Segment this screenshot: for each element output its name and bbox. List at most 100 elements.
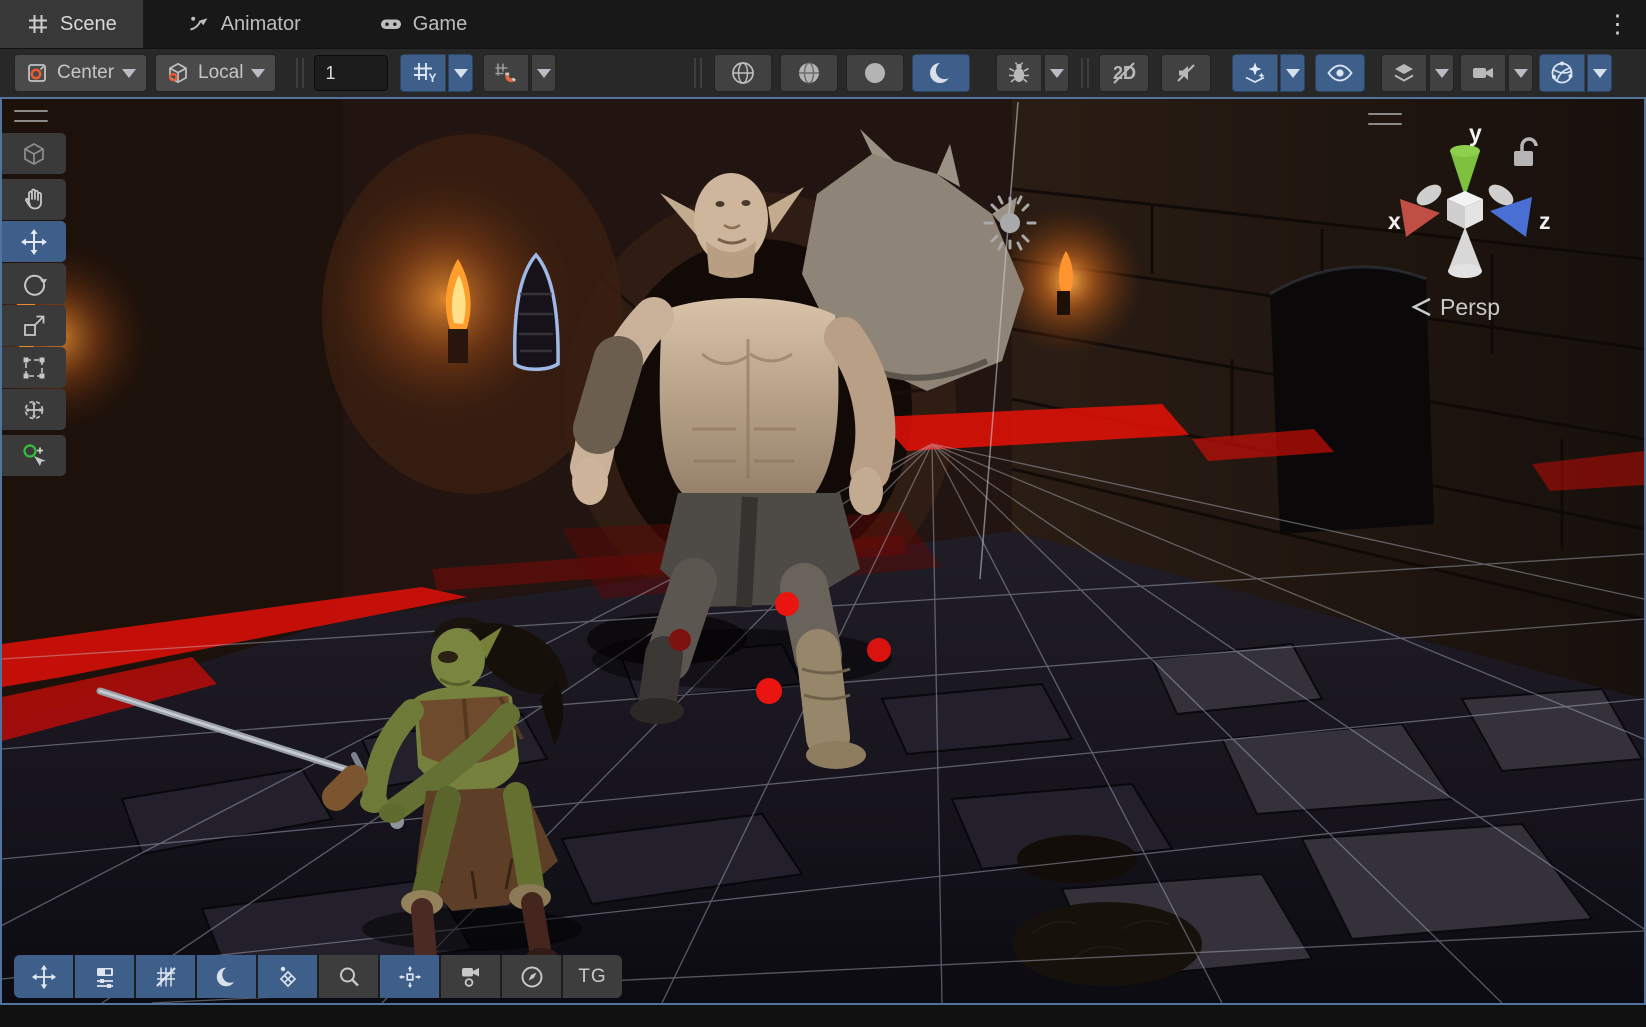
2d-view-toggle[interactable]: 2D	[1099, 54, 1150, 92]
toolbar-separator	[1081, 58, 1090, 88]
bt-compass-button[interactable]	[502, 955, 561, 998]
move-tool-icon	[31, 964, 56, 989]
moon-lighting-icon	[930, 61, 954, 83]
layers-button[interactable]	[1381, 54, 1428, 92]
grid-axis-letter: Y	[428, 71, 437, 85]
scale-tool-button[interactable]	[2, 305, 66, 346]
rotate-tool-button[interactable]	[2, 263, 66, 304]
grid-axis-dropdown[interactable]	[448, 54, 474, 92]
animator-icon	[189, 16, 208, 31]
snap-magnet-icon	[495, 63, 517, 82]
bt-search-button[interactable]	[319, 955, 378, 998]
audio-muted-icon	[1177, 64, 1196, 82]
camera-dropdown[interactable]	[1508, 54, 1534, 92]
scene-visibility-toggle[interactable]	[1315, 54, 1366, 92]
gamepad-icon	[380, 19, 401, 29]
view-cube-icon	[24, 142, 44, 165]
snap-dropdown[interactable]	[531, 54, 557, 92]
bt-tg-label: TG	[578, 965, 607, 987]
grid-off-icon	[155, 966, 176, 987]
rect-tool-button[interactable]	[2, 347, 66, 388]
tab-game[interactable]: Game	[353, 0, 493, 48]
draw-mode-shaded-button[interactable]	[846, 54, 905, 92]
gizmos-button[interactable]	[1539, 54, 1586, 92]
effects-dropdown[interactable]	[1280, 54, 1306, 92]
scene-lighting-toggle[interactable]	[912, 54, 971, 92]
bt-navmesh-button[interactable]	[258, 955, 317, 998]
debug-toggle-button[interactable]	[996, 54, 1043, 92]
axis-y-label[interactable]: y	[1469, 120, 1482, 146]
transform-tool-icon	[24, 400, 44, 419]
scene-grid-icon	[29, 15, 47, 33]
orientation-dropdown[interactable]: Local	[155, 54, 277, 92]
gizmos-globe-icon	[1552, 61, 1573, 84]
navmesh-diamond-icon	[279, 966, 296, 987]
shaded-wireframe-sphere-icon	[799, 62, 820, 84]
debug-toggle-group	[996, 54, 1070, 92]
camera-button[interactable]	[1460, 54, 1507, 92]
overflow-menu-button[interactable]: ⋮	[1605, 11, 1630, 37]
tab-scene-label: Scene	[60, 12, 117, 35]
bt-focus-button[interactable]	[380, 955, 439, 998]
scene-3d-render[interactable]: y x z Persp	[2, 99, 1644, 1003]
scene-viewport[interactable]: y x z Persp TG	[0, 97, 1646, 1005]
gizmo-overlay-handle[interactable]	[1368, 113, 1402, 125]
camera-icon	[1473, 68, 1494, 78]
layers-dropdown[interactable]	[1429, 54, 1455, 92]
tab-animator[interactable]: Animator	[161, 0, 327, 48]
layers-icon	[1394, 64, 1414, 82]
hand-pan-tool-button[interactable]	[2, 179, 66, 220]
gizmos-dropdown[interactable]	[1587, 54, 1613, 92]
effects-toggle-group	[1232, 54, 1306, 92]
debug-toolbar-overlay: TG	[14, 955, 622, 998]
grid-axis-toggle-button[interactable]: Y	[400, 54, 447, 92]
pivot-mode-dropdown[interactable]: Center	[14, 54, 148, 92]
chevron-down-icon	[453, 68, 468, 78]
camera-toggle-group	[1460, 54, 1534, 92]
move-tool-button[interactable]	[2, 221, 66, 262]
effects-toggle-button[interactable]	[1232, 54, 1279, 92]
bt-tg-button[interactable]: TG	[563, 955, 622, 998]
compass-icon	[521, 966, 542, 987]
axis-x-label[interactable]: x	[1388, 208, 1401, 234]
tab-scene[interactable]: Scene	[0, 0, 143, 48]
snap-toggle-button[interactable]	[483, 54, 530, 92]
bug-icon	[1009, 62, 1030, 83]
draw-mode-shaded-wireframe-button[interactable]	[780, 54, 839, 92]
bt-grid-toggle-button[interactable]	[136, 955, 195, 998]
scale-tool-icon	[24, 315, 45, 336]
transform-tool-button[interactable]	[2, 389, 66, 430]
audio-toggle[interactable]	[1161, 54, 1212, 92]
effects-icon	[1246, 62, 1265, 84]
tab-animator-label: Animator	[220, 12, 301, 35]
custom-tool-button[interactable]	[2, 435, 66, 476]
axis-z-label[interactable]: z	[1539, 208, 1551, 234]
tools-overlay-handle[interactable]	[14, 110, 48, 122]
focus-center-icon	[398, 965, 421, 988]
chevron-down-icon	[1513, 68, 1528, 78]
grid-size-input[interactable]	[314, 55, 389, 91]
chevron-down-icon	[122, 68, 137, 78]
scene-toolbar: Center Local Y	[0, 48, 1646, 97]
chevron-down-icon	[1592, 68, 1607, 78]
rotate-tool-icon	[24, 274, 47, 296]
orc-shadow	[592, 629, 892, 689]
chevron-down-icon	[536, 68, 551, 78]
view-tool-button[interactable]	[2, 133, 66, 174]
bt-lighting-button[interactable]	[197, 955, 256, 998]
tab-bar: Scene Animator Game ⋮	[0, 0, 1646, 48]
camera-preview-icon	[461, 967, 479, 987]
draw-mode-wireframe-button[interactable]	[714, 54, 773, 92]
mixer-icon	[96, 967, 113, 988]
toolbar-separator	[694, 58, 703, 88]
visibility-eye-icon	[1327, 64, 1354, 82]
bt-mixer-button[interactable]	[75, 955, 134, 998]
debug-dropdown[interactable]	[1044, 54, 1070, 92]
pivot-center-icon	[28, 64, 46, 82]
chevron-down-icon	[1434, 68, 1449, 78]
bt-move-button[interactable]	[14, 955, 73, 998]
projection-label: Persp	[1440, 294, 1500, 320]
rect-tool-icon	[23, 357, 45, 378]
bt-camera-preview-button[interactable]	[441, 955, 500, 998]
snap-toggle-group	[483, 54, 557, 92]
